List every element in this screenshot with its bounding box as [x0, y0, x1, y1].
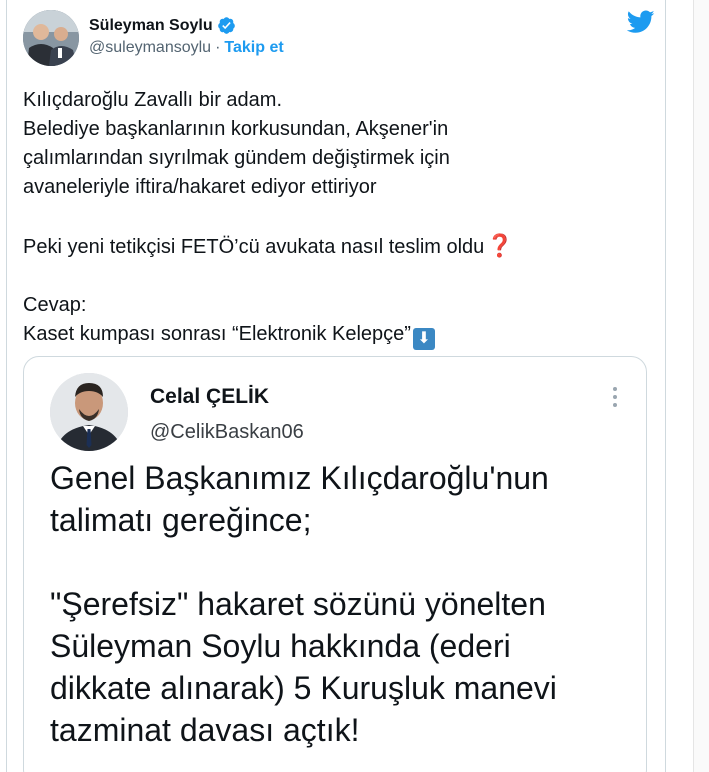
quoted-author-avatar[interactable]: [50, 373, 128, 451]
author-handle[interactable]: @suleymansoylu: [89, 39, 211, 57]
quoted-line: tazminat davası açtık!: [50, 712, 360, 748]
tweet-line: Cevap:: [23, 294, 87, 316]
tweet-line: Peki yeni tetikçisi FETÖ’cü avukata nası…: [23, 236, 485, 258]
quoted-line: Genel Başkanımız Kılıçdaroğlu'nun: [50, 460, 549, 496]
author-name[interactable]: Süleyman Soylu: [89, 17, 213, 35]
quoted-author-name[interactable]: Celal ÇELİK: [150, 385, 269, 409]
embedded-tweet-card: Süleyman Soylu @suleymansoylu · Takip et…: [6, 0, 666, 772]
verified-badge-icon: [217, 17, 235, 34]
tweet-line: Kaset kumpası sonrası “Elektronik Kelepç…: [23, 323, 411, 345]
quoted-tweet-text: Genel Başkanımız Kılıçdaroğlu'nun talima…: [50, 457, 630, 751]
separator-dot: ·: [215, 39, 221, 56]
author-handle-row: @suleymansoylu · Takip et: [89, 39, 284, 57]
tweet-line: Belediye başkanlarının korkusundan, Akşe…: [23, 118, 449, 140]
red-question-mark-icon: ❓: [486, 233, 514, 258]
down-arrow-button-icon: ⬇: [412, 328, 435, 350]
tweet-text: Kılıçdaroğlu Zavallı bir adam. Belediye …: [23, 86, 653, 350]
quoted-tweet[interactable]: Celal ÇELİK @CelikBaskan06 Genel Başkanı…: [23, 356, 647, 772]
tweet-line: çalımlarından sıyrılmak gündem değiştirm…: [23, 147, 450, 169]
more-vertical-icon[interactable]: [612, 387, 618, 409]
author-name-row: Süleyman Soylu: [89, 16, 236, 35]
tweet-line: avaneleriyle iftira/hakaret ediyor ettir…: [23, 176, 377, 198]
quoted-line: Süleyman Soylu hakkında (ederi: [50, 628, 511, 664]
quoted-author-handle[interactable]: @CelikBaskan06: [150, 421, 304, 444]
twitter-bird-icon[interactable]: [627, 10, 655, 34]
follow-button[interactable]: Takip et: [224, 39, 283, 57]
quoted-line: dikkate alınarak) 5 Kuruşluk manevi: [50, 670, 557, 706]
tweet-header: Süleyman Soylu @suleymansoylu · Takip et: [23, 10, 655, 66]
tweet-line: Kılıçdaroğlu Zavallı bir adam.: [23, 89, 283, 111]
quoted-line: "Şerefsiz" hakaret sözünü yönelten: [50, 586, 546, 622]
author-avatar[interactable]: [23, 10, 79, 66]
quoted-line: talimatı gereğince;: [50, 502, 312, 538]
page-scrollbar[interactable]: [693, 0, 709, 772]
